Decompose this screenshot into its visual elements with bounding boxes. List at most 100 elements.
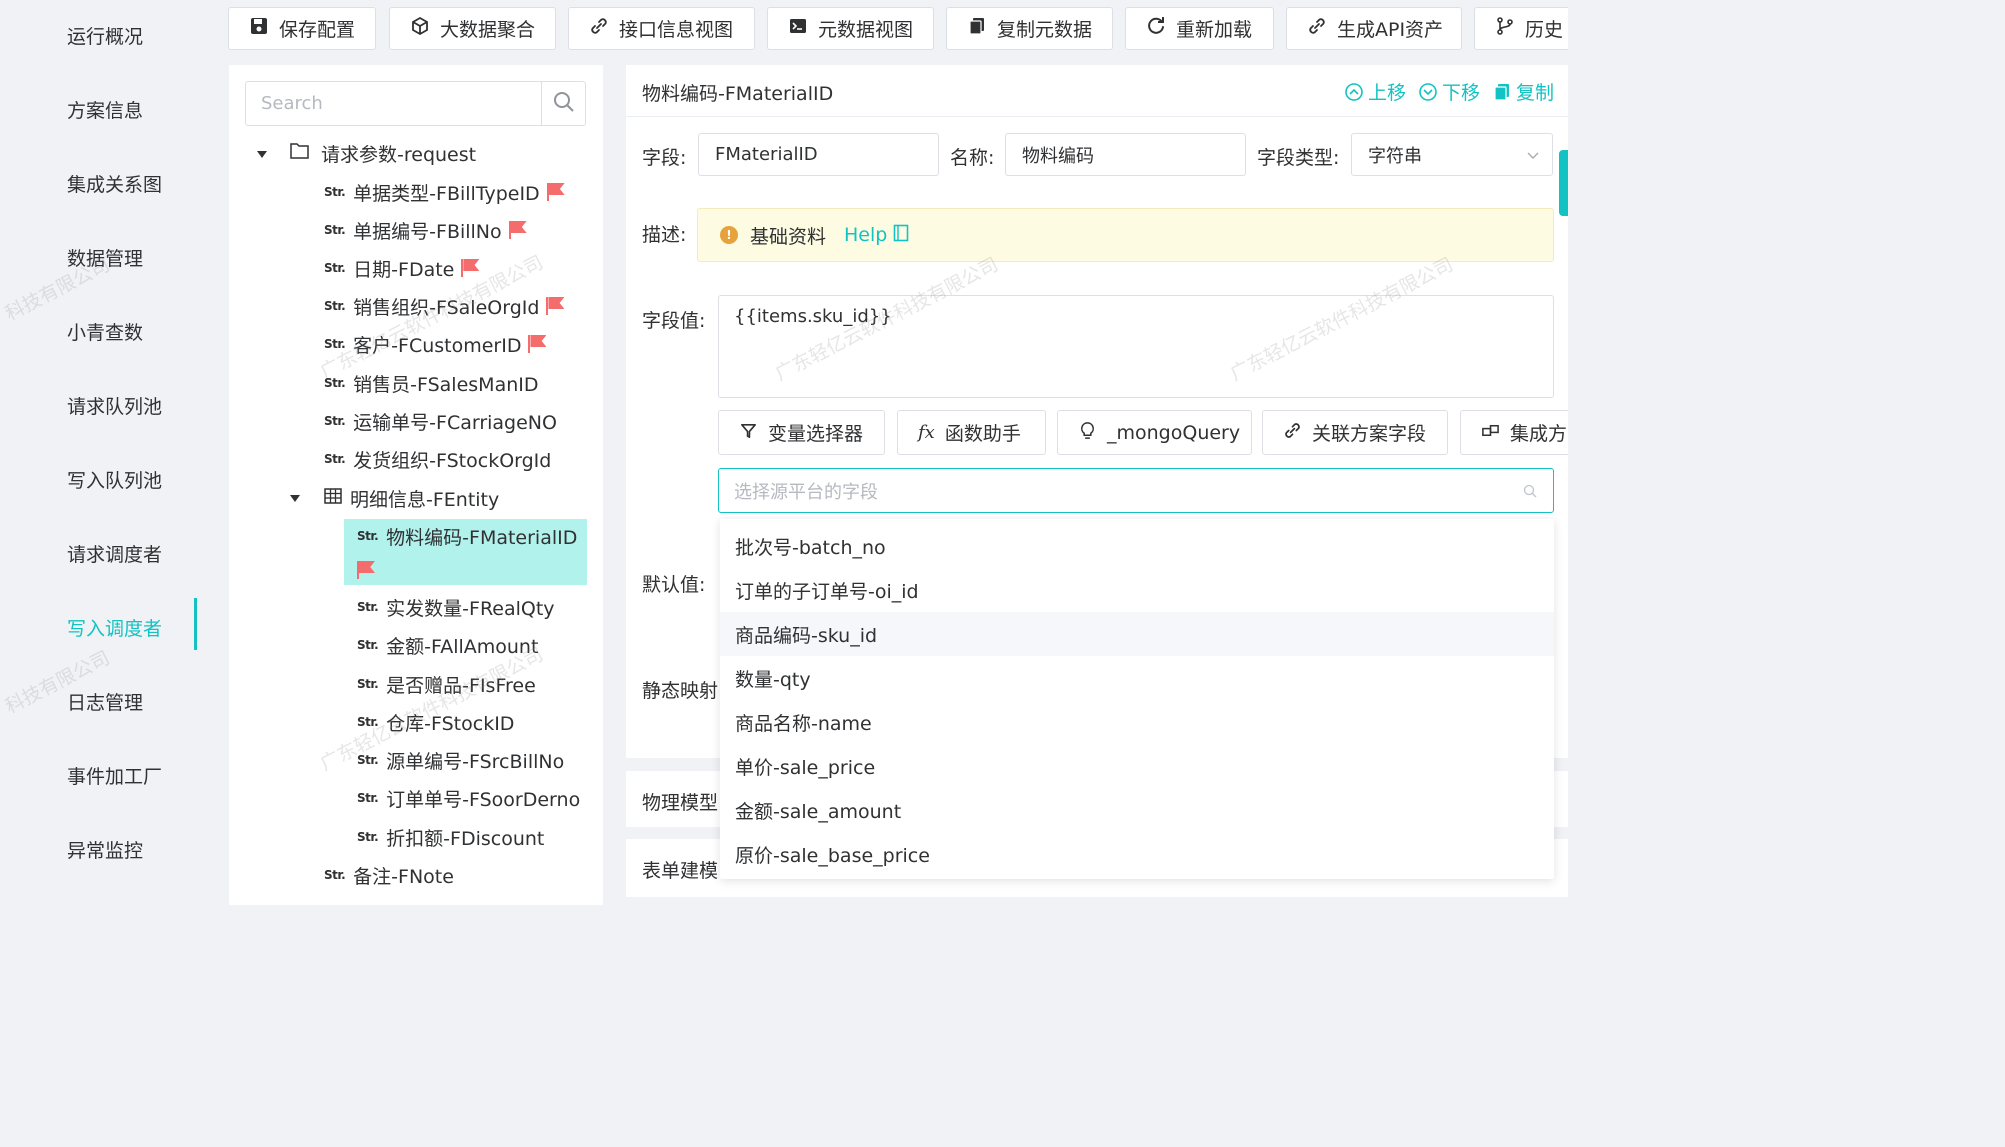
related-scheme-field-button[interactable]: 关联方案字段 [1262, 410, 1448, 455]
copy-icon [967, 16, 987, 41]
nav-item-exception-monitor[interactable]: 异常监控 [67, 836, 143, 863]
side-drawer-tab[interactable] [1559, 150, 1568, 216]
function-helper-button[interactable]: fx 函数助手 [897, 410, 1046, 455]
integration-button[interactable]: 集成方 [1460, 410, 1568, 455]
dropdown-option[interactable]: 订单的子订单号-oi_id [720, 568, 1554, 612]
search-button[interactable] [541, 82, 585, 125]
function-icon: fx [918, 422, 935, 443]
tree-search [245, 81, 586, 126]
generate-api-asset-button[interactable]: 生成API资产 [1286, 7, 1462, 50]
cube-icon [410, 16, 430, 41]
tree-node[interactable]: Str. 订单单号-FSoorDerno [357, 781, 580, 815]
name-input[interactable]: 物料编码 [1005, 133, 1246, 176]
nav-item-event-factory[interactable]: 事件加工厂 [67, 762, 162, 789]
source-field-dropdown: 批次号-batch_no 订单的子订单号-oi_id 商品编码-sku_id 数… [720, 519, 1554, 879]
dropdown-option[interactable]: 原价-sale_base_price [720, 832, 1554, 876]
nav-item-data-query[interactable]: 小青查数 [67, 318, 143, 345]
tree-node-entity[interactable]: 明细信息-FEntity [324, 481, 499, 515]
arrow-up-circle-icon [1344, 82, 1364, 102]
chevron-down-icon[interactable] [290, 495, 300, 502]
nav-item-data-manage[interactable]: 数据管理 [67, 244, 143, 271]
api-info-view-button[interactable]: 接口信息视图 [568, 7, 755, 50]
tree-node[interactable]: Str. 金额-FAllAmount [357, 628, 538, 662]
dropdown-option[interactable]: 金额-sale_amount [720, 788, 1554, 832]
string-type-icon: Str. [324, 223, 346, 237]
string-type-icon: Str. [357, 529, 379, 543]
tree-node[interactable]: Str. 实发数量-FRealQty [357, 590, 555, 624]
flag-icon [461, 259, 480, 277]
source-field-select[interactable]: 选择源平台的字段 [718, 468, 1554, 513]
tree-node[interactable]: Str. 运输单号-FCarriageNO [324, 404, 557, 438]
nav-item-request-scheduler[interactable]: 请求调度者 [67, 540, 162, 567]
string-type-icon: Str. [357, 677, 379, 691]
tree-node[interactable]: Str. 客户-FCustomerID [324, 327, 547, 361]
tree-node[interactable]: Str. 单据类型-FBillTypeID [324, 175, 566, 209]
book-icon [893, 224, 909, 247]
variable-picker-button[interactable]: 变量选择器 [718, 410, 885, 455]
big-data-aggregate-button[interactable]: 大数据聚合 [389, 7, 556, 50]
name-label: 名称: [950, 147, 995, 169]
tree-node[interactable]: Str. 是否赠品-FIsFree [357, 667, 536, 701]
move-up-button[interactable]: 上移 [1344, 78, 1406, 105]
dropdown-option[interactable]: 单价-sale_price [720, 744, 1554, 788]
string-type-icon: Str. [324, 414, 346, 428]
copy-field-button[interactable]: 复制 [1492, 78, 1554, 105]
tree-node[interactable]: Str. 单据编号-FBillNo [324, 213, 528, 247]
field-label: 字段: [642, 147, 687, 169]
history-button[interactable]: 历史 [1474, 7, 1568, 50]
chevron-down-icon[interactable] [257, 151, 267, 158]
tree-node[interactable]: Str. 销售组织-FSaleOrgId [324, 289, 565, 323]
flag-icon [528, 335, 547, 353]
dropdown-option[interactable]: 商品名称-name [720, 700, 1554, 744]
dropdown-option[interactable]: 批次号-batch_no [720, 524, 1554, 568]
header-actions: 上移 下移 复制 [1344, 78, 1554, 105]
tree-node[interactable]: Str. 源单编号-FSrcBillNo [357, 743, 564, 777]
mongo-query-button[interactable]: _mongoQuery [1057, 410, 1252, 455]
help-link[interactable]: Help [844, 224, 909, 247]
branch-icon [1495, 16, 1515, 41]
tree-node[interactable]: Str. 日期-FDate [324, 251, 480, 285]
tree-node-request[interactable]: 请求参数-request [290, 136, 476, 170]
tree-node[interactable]: Str. 发货组织-FStockOrgId [324, 442, 551, 476]
string-type-icon: Str. [324, 376, 346, 390]
flag-icon [357, 561, 376, 579]
string-type-icon: Str. [357, 753, 379, 767]
tree-node[interactable]: Str. 折扣额-FDiscount [357, 820, 544, 854]
bulb-icon [1078, 421, 1097, 445]
nav-item-write-queue[interactable]: 写入队列池 [67, 466, 162, 493]
nav-item-request-queue[interactable]: 请求队列池 [67, 392, 162, 419]
field-type-select[interactable]: 字符串 [1351, 133, 1553, 176]
string-type-icon: Str. [324, 452, 346, 466]
tree-node[interactable]: Str. 备注-FNote [324, 858, 454, 892]
copy-metadata-button[interactable]: 复制元数据 [946, 7, 1113, 50]
tree-node[interactable]: Str. 销售员-FSalesManID [324, 366, 539, 400]
string-type-icon: Str. [357, 600, 379, 614]
tree-node-selected[interactable]: Str. 物料编码-FMaterialID [357, 519, 577, 553]
flag-icon [546, 183, 566, 201]
tree-search-input[interactable] [246, 82, 542, 125]
filter-icon [739, 421, 758, 445]
panel-header: 物料编码-FMaterialID 上移 下移 复制 [626, 65, 1568, 117]
move-down-button[interactable]: 下移 [1418, 78, 1480, 105]
nav-item-write-scheduler[interactable]: 写入调度者 [67, 614, 162, 641]
physical-model-title: 物理模型 [642, 792, 719, 814]
link-icon [1283, 421, 1302, 445]
link-icon [1307, 16, 1327, 41]
form-model-title: 表单建模 [642, 860, 719, 882]
link-icon [589, 16, 609, 41]
description-alert: ! 基础资料 Help [697, 208, 1554, 262]
dropdown-option[interactable]: 数量-qty [720, 656, 1554, 700]
reload-button[interactable]: 重新加载 [1125, 7, 1274, 50]
dropdown-option-hovered[interactable]: 商品编码-sku_id [720, 612, 1554, 656]
nav-item-scheme-info[interactable]: 方案信息 [67, 96, 143, 123]
description-label: 描述: [642, 224, 687, 246]
save-config-button[interactable]: 保存配置 [228, 7, 376, 50]
nav-item-log-manage[interactable]: 日志管理 [67, 688, 143, 715]
nav-item-overview[interactable]: 运行概况 [67, 22, 143, 49]
nav-item-relation-map[interactable]: 集成关系图 [67, 170, 162, 197]
metadata-view-button[interactable]: 元数据视图 [767, 7, 934, 50]
save-icon [249, 16, 269, 41]
field-input[interactable]: FMaterialID [698, 133, 939, 176]
field-value-textarea[interactable]: {{items.sku_id}} [718, 295, 1554, 398]
tree-node[interactable]: Str. 仓库-FStockID [357, 705, 514, 739]
